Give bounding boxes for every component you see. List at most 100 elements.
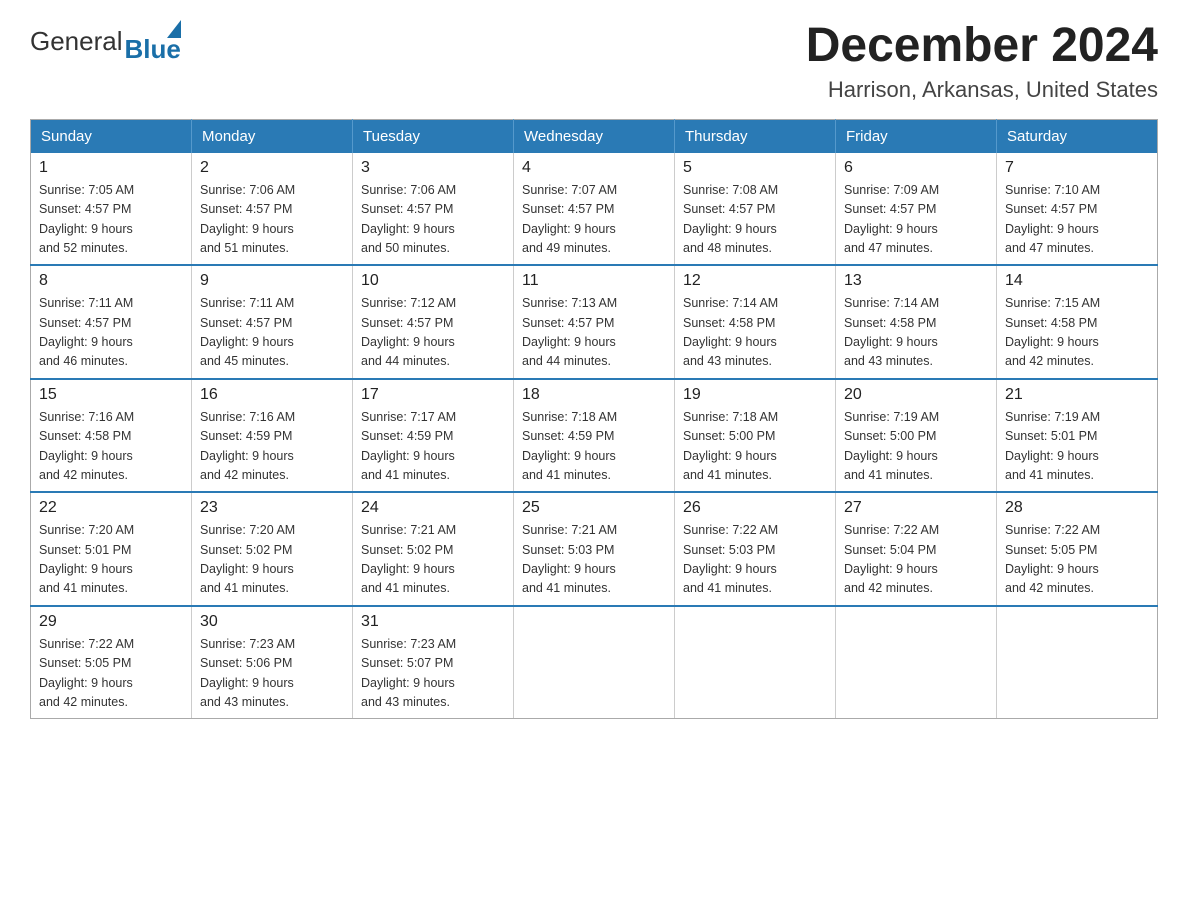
day-number: 21 (1005, 386, 1149, 404)
day-info: Sunrise: 7:20 AM Sunset: 5:02 PM Dayligh… (200, 521, 344, 599)
calendar-cell: 1 Sunrise: 7:05 AM Sunset: 4:57 PM Dayli… (31, 153, 192, 266)
logo: General Blue (30, 20, 181, 62)
day-number: 1 (39, 159, 183, 177)
logo-general-text: General (30, 26, 123, 57)
calendar-cell: 30 Sunrise: 7:23 AM Sunset: 5:06 PM Dayl… (192, 606, 353, 719)
calendar-cell: 12 Sunrise: 7:14 AM Sunset: 4:58 PM Dayl… (675, 265, 836, 379)
calendar-cell (997, 606, 1158, 719)
day-info: Sunrise: 7:22 AM Sunset: 5:04 PM Dayligh… (844, 521, 988, 599)
day-number: 29 (39, 613, 183, 631)
day-number: 25 (522, 499, 666, 517)
day-number: 30 (200, 613, 344, 631)
day-number: 18 (522, 386, 666, 404)
day-header-saturday: Saturday (997, 119, 1158, 153)
calendar-week-row: 1 Sunrise: 7:05 AM Sunset: 4:57 PM Dayli… (31, 153, 1158, 266)
day-number: 27 (844, 499, 988, 517)
calendar-cell: 24 Sunrise: 7:21 AM Sunset: 5:02 PM Dayl… (353, 492, 514, 606)
calendar-cell: 23 Sunrise: 7:20 AM Sunset: 5:02 PM Dayl… (192, 492, 353, 606)
day-info: Sunrise: 7:22 AM Sunset: 5:05 PM Dayligh… (39, 635, 183, 713)
day-number: 26 (683, 499, 827, 517)
day-header-wednesday: Wednesday (514, 119, 675, 153)
calendar-cell: 11 Sunrise: 7:13 AM Sunset: 4:57 PM Dayl… (514, 265, 675, 379)
day-number: 12 (683, 272, 827, 290)
calendar-cell: 6 Sunrise: 7:09 AM Sunset: 4:57 PM Dayli… (836, 153, 997, 266)
calendar-cell: 19 Sunrise: 7:18 AM Sunset: 5:00 PM Dayl… (675, 379, 836, 493)
calendar-cell: 29 Sunrise: 7:22 AM Sunset: 5:05 PM Dayl… (31, 606, 192, 719)
title-area: December 2024 Harrison, Arkansas, United… (806, 20, 1158, 103)
logo-blue-block: Blue (125, 20, 181, 62)
day-number: 4 (522, 159, 666, 177)
month-title: December 2024 (806, 20, 1158, 73)
day-info: Sunrise: 7:09 AM Sunset: 4:57 PM Dayligh… (844, 181, 988, 259)
day-info: Sunrise: 7:13 AM Sunset: 4:57 PM Dayligh… (522, 294, 666, 372)
calendar-week-row: 29 Sunrise: 7:22 AM Sunset: 5:05 PM Dayl… (31, 606, 1158, 719)
calendar-cell: 9 Sunrise: 7:11 AM Sunset: 4:57 PM Dayli… (192, 265, 353, 379)
day-number: 14 (1005, 272, 1149, 290)
calendar-cell: 2 Sunrise: 7:06 AM Sunset: 4:57 PM Dayli… (192, 153, 353, 266)
day-info: Sunrise: 7:06 AM Sunset: 4:57 PM Dayligh… (361, 181, 505, 259)
day-number: 28 (1005, 499, 1149, 517)
calendar-cell: 22 Sunrise: 7:20 AM Sunset: 5:01 PM Dayl… (31, 492, 192, 606)
calendar-cell: 10 Sunrise: 7:12 AM Sunset: 4:57 PM Dayl… (353, 265, 514, 379)
day-number: 13 (844, 272, 988, 290)
day-number: 31 (361, 613, 505, 631)
day-number: 24 (361, 499, 505, 517)
calendar-week-row: 15 Sunrise: 7:16 AM Sunset: 4:58 PM Dayl… (31, 379, 1158, 493)
calendar-cell: 25 Sunrise: 7:21 AM Sunset: 5:03 PM Dayl… (514, 492, 675, 606)
calendar-cell: 3 Sunrise: 7:06 AM Sunset: 4:57 PM Dayli… (353, 153, 514, 266)
day-header-sunday: Sunday (31, 119, 192, 153)
day-info: Sunrise: 7:22 AM Sunset: 5:03 PM Dayligh… (683, 521, 827, 599)
logo-blue-text: Blue (125, 36, 181, 62)
calendar-table: SundayMondayTuesdayWednesdayThursdayFrid… (30, 119, 1158, 720)
day-info: Sunrise: 7:21 AM Sunset: 5:02 PM Dayligh… (361, 521, 505, 599)
day-number: 16 (200, 386, 344, 404)
location-title: Harrison, Arkansas, United States (806, 77, 1158, 103)
calendar-cell: 4 Sunrise: 7:07 AM Sunset: 4:57 PM Dayli… (514, 153, 675, 266)
calendar-week-row: 22 Sunrise: 7:20 AM Sunset: 5:01 PM Dayl… (31, 492, 1158, 606)
calendar-cell: 8 Sunrise: 7:11 AM Sunset: 4:57 PM Dayli… (31, 265, 192, 379)
day-info: Sunrise: 7:10 AM Sunset: 4:57 PM Dayligh… (1005, 181, 1149, 259)
day-info: Sunrise: 7:16 AM Sunset: 4:58 PM Dayligh… (39, 408, 183, 486)
calendar-header-row: SundayMondayTuesdayWednesdayThursdayFrid… (31, 119, 1158, 153)
page-header: General Blue December 2024 Harrison, Ark… (30, 20, 1158, 103)
day-number: 6 (844, 159, 988, 177)
day-info: Sunrise: 7:14 AM Sunset: 4:58 PM Dayligh… (844, 294, 988, 372)
day-info: Sunrise: 7:19 AM Sunset: 5:00 PM Dayligh… (844, 408, 988, 486)
day-info: Sunrise: 7:14 AM Sunset: 4:58 PM Dayligh… (683, 294, 827, 372)
day-info: Sunrise: 7:22 AM Sunset: 5:05 PM Dayligh… (1005, 521, 1149, 599)
day-number: 17 (361, 386, 505, 404)
day-header-friday: Friday (836, 119, 997, 153)
day-number: 5 (683, 159, 827, 177)
day-info: Sunrise: 7:17 AM Sunset: 4:59 PM Dayligh… (361, 408, 505, 486)
calendar-cell (675, 606, 836, 719)
day-number: 22 (39, 499, 183, 517)
day-number: 20 (844, 386, 988, 404)
calendar-cell: 17 Sunrise: 7:17 AM Sunset: 4:59 PM Dayl… (353, 379, 514, 493)
day-info: Sunrise: 7:23 AM Sunset: 5:07 PM Dayligh… (361, 635, 505, 713)
day-info: Sunrise: 7:07 AM Sunset: 4:57 PM Dayligh… (522, 181, 666, 259)
calendar-week-row: 8 Sunrise: 7:11 AM Sunset: 4:57 PM Dayli… (31, 265, 1158, 379)
calendar-cell: 28 Sunrise: 7:22 AM Sunset: 5:05 PM Dayl… (997, 492, 1158, 606)
day-header-thursday: Thursday (675, 119, 836, 153)
day-info: Sunrise: 7:11 AM Sunset: 4:57 PM Dayligh… (200, 294, 344, 372)
day-header-tuesday: Tuesday (353, 119, 514, 153)
day-number: 8 (39, 272, 183, 290)
day-info: Sunrise: 7:23 AM Sunset: 5:06 PM Dayligh… (200, 635, 344, 713)
day-info: Sunrise: 7:15 AM Sunset: 4:58 PM Dayligh… (1005, 294, 1149, 372)
day-number: 2 (200, 159, 344, 177)
day-number: 11 (522, 272, 666, 290)
calendar-cell: 31 Sunrise: 7:23 AM Sunset: 5:07 PM Dayl… (353, 606, 514, 719)
day-info: Sunrise: 7:16 AM Sunset: 4:59 PM Dayligh… (200, 408, 344, 486)
calendar-cell: 20 Sunrise: 7:19 AM Sunset: 5:00 PM Dayl… (836, 379, 997, 493)
day-number: 3 (361, 159, 505, 177)
calendar-cell: 5 Sunrise: 7:08 AM Sunset: 4:57 PM Dayli… (675, 153, 836, 266)
day-number: 23 (200, 499, 344, 517)
day-number: 15 (39, 386, 183, 404)
day-number: 10 (361, 272, 505, 290)
day-header-monday: Monday (192, 119, 353, 153)
calendar-cell: 21 Sunrise: 7:19 AM Sunset: 5:01 PM Dayl… (997, 379, 1158, 493)
day-info: Sunrise: 7:18 AM Sunset: 5:00 PM Dayligh… (683, 408, 827, 486)
day-number: 9 (200, 272, 344, 290)
day-info: Sunrise: 7:21 AM Sunset: 5:03 PM Dayligh… (522, 521, 666, 599)
calendar-cell (836, 606, 997, 719)
